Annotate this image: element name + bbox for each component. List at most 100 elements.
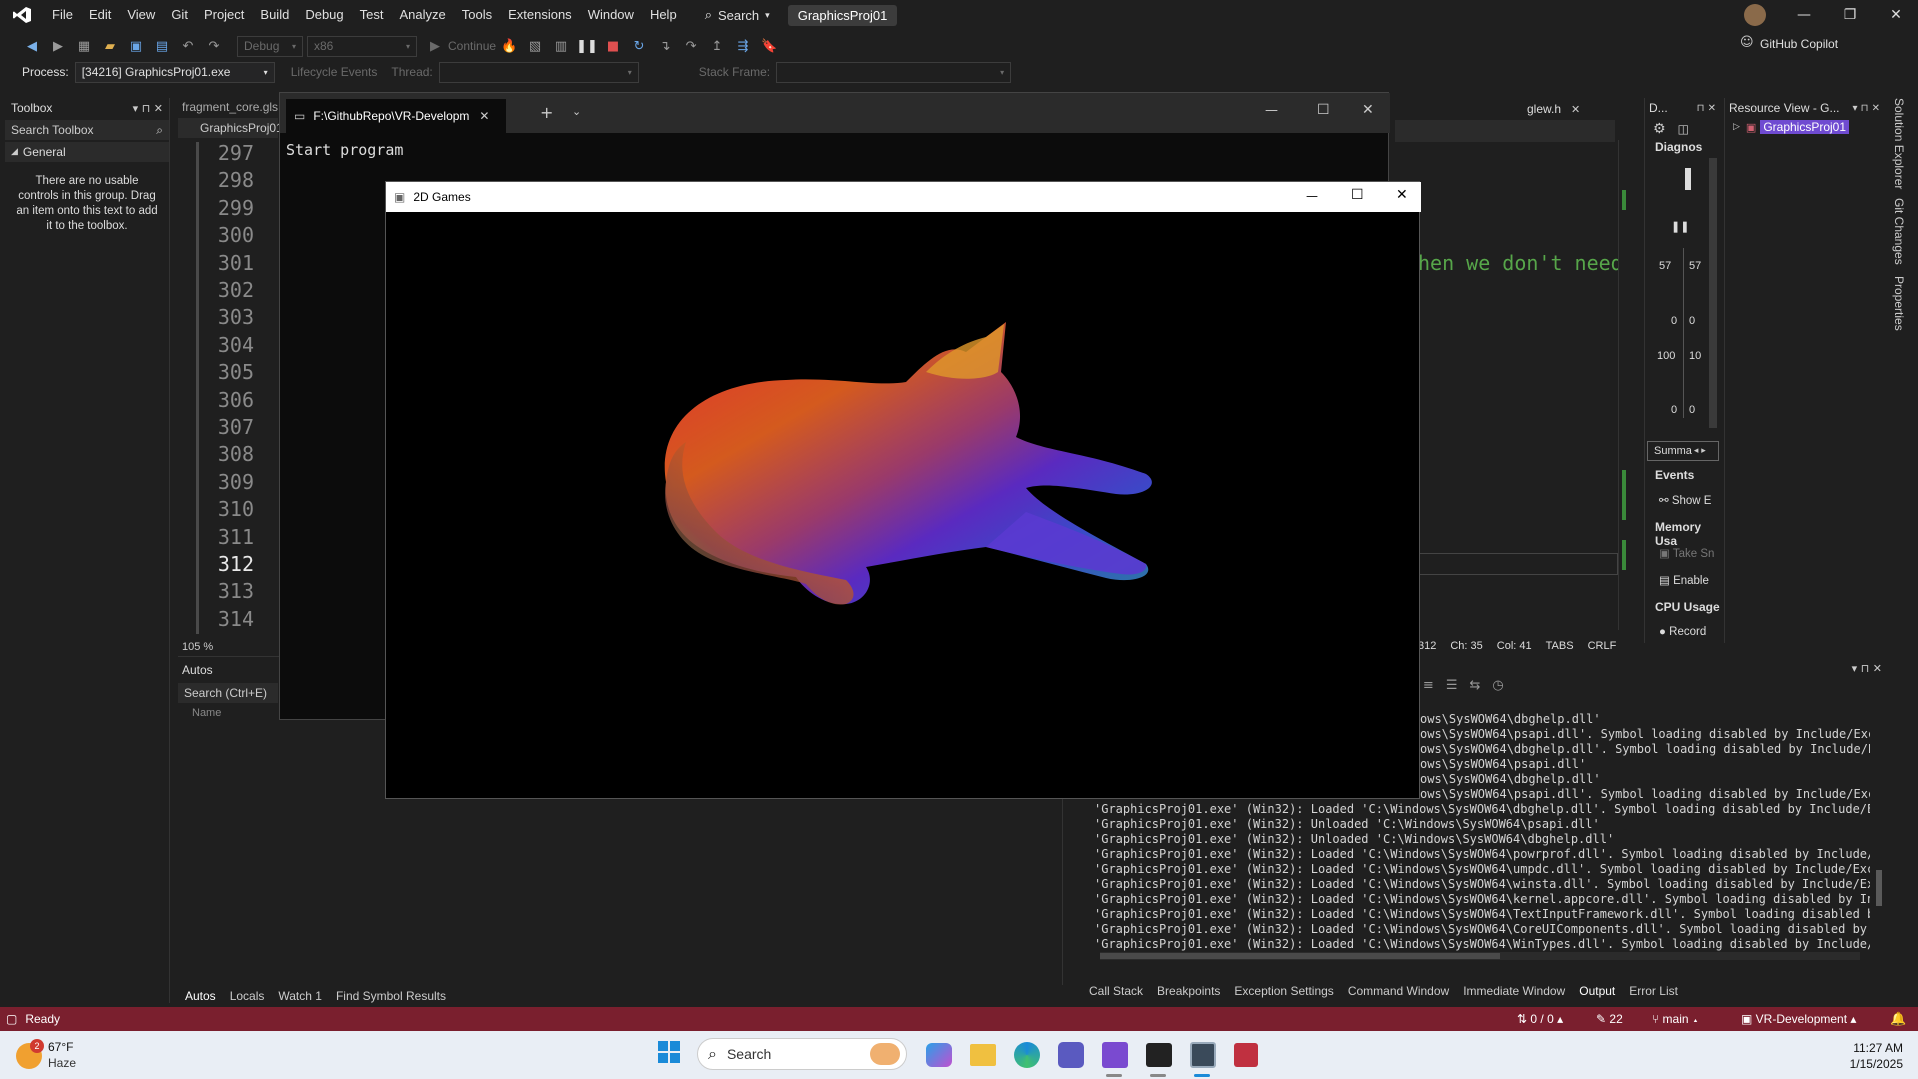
branch-status[interactable]: ⑂ main ▴ bbox=[1652, 1012, 1699, 1026]
menu-file[interactable]: File bbox=[44, 0, 81, 30]
step-out-icon[interactable]: ↥ bbox=[707, 36, 727, 56]
expand-icon[interactable]: ▷ bbox=[1733, 122, 1740, 132]
menu-test[interactable]: Test bbox=[352, 0, 392, 30]
edge-browser-icon[interactable] bbox=[1014, 1042, 1040, 1068]
sync-status[interactable]: ⇅ 0 / 0 ▴ bbox=[1517, 1012, 1563, 1026]
tab-locals[interactable]: Locals bbox=[223, 989, 272, 1003]
repo-status[interactable]: ▣ VR-Development ▴ bbox=[1741, 1012, 1856, 1026]
menu-analyze[interactable]: Analyze bbox=[391, 0, 453, 30]
editor-tab-fragment[interactable]: fragment_core.gls bbox=[178, 98, 278, 118]
terminal-taskbar-icon[interactable] bbox=[1146, 1043, 1172, 1067]
thread-dropdown[interactable]: ▾ bbox=[438, 61, 639, 83]
chevron-down-icon[interactable]: ⌄ bbox=[572, 105, 581, 118]
menu-view[interactable]: View bbox=[119, 0, 163, 30]
snipping-tool-icon[interactable] bbox=[1234, 1043, 1258, 1067]
pause-icon[interactable]: ❚❚ bbox=[1671, 220, 1689, 233]
autos-search-input[interactable]: Search (Ctrl+E) bbox=[178, 683, 278, 703]
changes-status[interactable]: ✎ 22 bbox=[1596, 1012, 1623, 1026]
bookmark-icon[interactable]: 🔖 bbox=[759, 36, 779, 56]
lifecycle-events-button[interactable]: Lifecycle Events bbox=[291, 65, 378, 79]
undo-icon[interactable]: ↶ bbox=[178, 36, 198, 56]
menu-extensions[interactable]: Extensions bbox=[500, 0, 580, 30]
new-tab-icon[interactable]: + bbox=[540, 103, 553, 122]
minimize-icon[interactable]: — bbox=[1265, 103, 1278, 118]
properties-tab[interactable]: Properties bbox=[1892, 276, 1906, 331]
github-copilot-button[interactable]: GitHub Copilot bbox=[1760, 37, 1838, 51]
editor-scrollbar[interactable] bbox=[1618, 140, 1632, 630]
zoom-dropdown[interactable]: 105 % bbox=[178, 638, 278, 656]
menu-debug[interactable]: Debug bbox=[297, 0, 351, 30]
menu-window[interactable]: Window bbox=[580, 0, 642, 30]
maximize-icon[interactable]: ☐ bbox=[1317, 102, 1330, 118]
close-icon[interactable]: ▾ ⊓ ✕ bbox=[1852, 103, 1880, 114]
restart-icon[interactable]: ↻ bbox=[629, 36, 649, 56]
maximize-icon[interactable]: ☐ bbox=[1351, 187, 1364, 203]
tab-command-window[interactable]: Command Window bbox=[1341, 984, 1456, 998]
tab-find-symbol-results[interactable]: Find Symbol Results bbox=[329, 989, 453, 1003]
close-icon[interactable]: ✕ bbox=[1362, 102, 1374, 118]
panel-toggle-icon[interactable]: ◫ bbox=[1678, 122, 1689, 136]
save-icon[interactable]: ▣ bbox=[126, 36, 146, 56]
new-project-icon[interactable]: ▦ bbox=[74, 36, 94, 56]
visual-studio-taskbar-icon[interactable] bbox=[1102, 1042, 1128, 1068]
tab-watch-1[interactable]: Watch 1 bbox=[271, 989, 329, 1003]
forward-icon[interactable]: ▶ bbox=[48, 36, 68, 56]
toolbox-group-general[interactable]: ◢ General bbox=[5, 142, 169, 162]
redo-icon[interactable]: ↷ bbox=[204, 36, 224, 56]
tabs-indicator[interactable]: TABS bbox=[1546, 640, 1574, 652]
tab-output[interactable]: Output bbox=[1572, 984, 1622, 998]
tab-error-list[interactable]: Error List bbox=[1622, 984, 1685, 998]
toolbox-search-input[interactable]: Search Toolbox bbox=[11, 123, 94, 137]
close-icon[interactable]: ▾ ⊓ ✕ bbox=[133, 102, 163, 115]
take-snapshot-button[interactable]: ▣ Take Sn bbox=[1659, 546, 1714, 560]
threads-icon[interactable]: ⇶ bbox=[733, 36, 753, 56]
hot-reload-icon[interactable]: 🔥 bbox=[499, 36, 519, 56]
tab-breakpoints[interactable]: Breakpoints bbox=[1150, 984, 1227, 998]
console-tab[interactable]: ▭ F:\GithubRepo\VR-Developm ✕ bbox=[286, 99, 506, 133]
open-folder-icon[interactable]: ▰ bbox=[100, 36, 120, 56]
pause-icon[interactable]: ❚❚ bbox=[576, 36, 598, 56]
step-over-icon[interactable]: ↷ bbox=[681, 36, 701, 56]
taskbar-search-box[interactable]: ⌕ Search bbox=[697, 1038, 907, 1070]
git-changes-tab[interactable]: Git Changes bbox=[1892, 198, 1906, 265]
back-icon[interactable]: ◀ bbox=[22, 36, 42, 56]
avatar[interactable] bbox=[1744, 4, 1766, 26]
search-icon[interactable]: ⌕ bbox=[156, 123, 163, 138]
search-button[interactable]: ⌕ Search ▾ bbox=[697, 7, 778, 23]
restore-icon[interactable]: ❐ bbox=[1827, 0, 1873, 30]
layout-icon[interactable]: ▥ bbox=[551, 36, 571, 56]
process-dropdown[interactable]: [34216] GraphicsProj01.exe ▾ bbox=[74, 61, 275, 83]
indent-icon[interactable]: ≡ bbox=[1423, 678, 1434, 693]
line-ending-indicator[interactable]: CRLF bbox=[1588, 640, 1617, 652]
menu-git[interactable]: Git bbox=[163, 0, 196, 30]
minimize-icon[interactable]: — bbox=[1306, 189, 1318, 203]
weather-temp[interactable]: 67°F bbox=[48, 1040, 73, 1054]
notifications-bell-icon[interactable]: 🔔 bbox=[1890, 1011, 1906, 1027]
teams-icon[interactable] bbox=[1058, 1042, 1084, 1068]
summary-tab[interactable]: Summa ◂ ▸ bbox=[1647, 441, 1719, 461]
output-hscrollbar[interactable] bbox=[1100, 952, 1860, 960]
clock-icon[interactable]: ◷ bbox=[1492, 678, 1503, 693]
project-nav-dropdown[interactable]: GraphicsProj01 bbox=[178, 118, 283, 138]
menu-tools[interactable]: Tools bbox=[454, 0, 500, 30]
game-window-taskbar-icon[interactable] bbox=[1190, 1042, 1216, 1068]
menu-help[interactable]: Help bbox=[642, 0, 685, 30]
platform-dropdown[interactable]: x86 ▾ bbox=[307, 35, 417, 57]
weather-desc[interactable]: Haze bbox=[48, 1056, 76, 1070]
word-wrap-icon[interactable]: ☰ bbox=[1446, 678, 1458, 693]
diagnostics-icon[interactable]: ▧ bbox=[525, 36, 545, 56]
solution-explorer-tab[interactable]: Solution Explorer bbox=[1892, 98, 1906, 189]
close-icon[interactable]: ✕ bbox=[479, 109, 489, 123]
resource-tree-item[interactable]: GraphicsProj01 bbox=[1760, 120, 1850, 134]
step-into-icon[interactable]: ↴ bbox=[655, 36, 675, 56]
show-events-button[interactable]: ⚯ Show E bbox=[1659, 493, 1711, 507]
output-scrollbar[interactable] bbox=[1874, 700, 1886, 955]
clock-date[interactable]: 1/15/2025 bbox=[1835, 1057, 1903, 1071]
tab-exception-settings[interactable]: Exception Settings bbox=[1227, 984, 1340, 998]
gear-icon[interactable]: ⚙ bbox=[1653, 121, 1666, 137]
record-button[interactable]: ● Record bbox=[1659, 626, 1706, 638]
close-icon[interactable]: ✕ bbox=[1396, 187, 1408, 203]
save-all-icon[interactable]: ▤ bbox=[152, 36, 172, 56]
enable-button[interactable]: ▤ Enable bbox=[1659, 573, 1709, 587]
close-icon[interactable]: ⊓ ✕ bbox=[1697, 103, 1716, 114]
